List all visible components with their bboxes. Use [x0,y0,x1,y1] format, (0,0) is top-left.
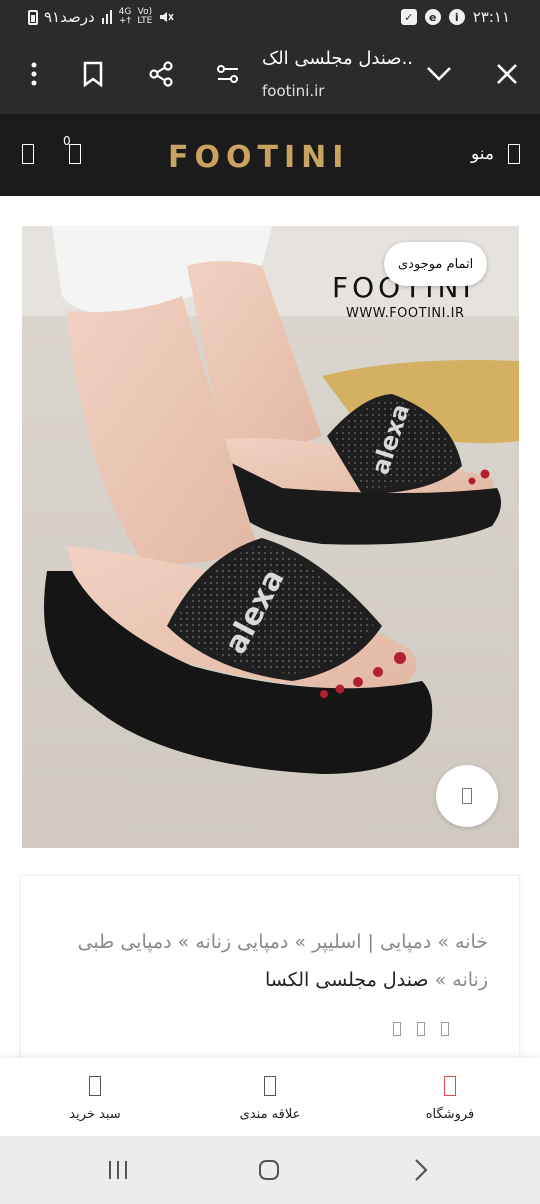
page-url[interactable]: footini.ir [262,82,324,100]
status-right: ✓ e i ۲۳:۱۱ [400,8,510,26]
bookmark-icon[interactable] [71,52,115,96]
bottom-nav-label: سبد خرید [69,1107,121,1122]
zoom-icon [462,788,472,804]
zoom-button[interactable] [436,765,498,827]
star-icon [393,1022,401,1036]
page-title[interactable]: صندل مجلسی الک.. [262,48,413,69]
bottom-nav-label: علاقه مندی [239,1107,301,1122]
cart-icon [89,1076,101,1096]
star-icon [417,1022,425,1036]
image-url-text: WWW.FOOTINI.IR [346,306,465,321]
breadcrumb-current: صندل مجلسی الکسا [265,969,429,991]
info-icon: i [448,9,465,25]
signal-icon [101,10,112,24]
menu-icon[interactable] [508,144,520,164]
mute-icon [160,12,174,22]
site-logo[interactable]: FOOTINI [168,140,349,175]
network-indicator: 4G +† [119,8,132,26]
cart-icon[interactable] [69,144,81,164]
chevron-down-icon[interactable] [417,52,461,96]
store-icon [444,1076,456,1096]
heart-icon [264,1076,276,1096]
search-icon[interactable] [22,144,34,164]
home-icon[interactable] [249,1150,289,1190]
volte-indicator: Vo) LTE [137,8,152,26]
network-activity: +† [119,16,132,26]
status-left: ۹۱درصد 4G +† Vo) LTE [28,8,174,26]
volte-bottom: LTE [137,16,153,26]
site-settings-icon[interactable] [206,52,250,96]
back-icon[interactable] [401,1150,441,1190]
screen: ۹۱درصد 4G +† Vo) LTE ✓ e i ۲۳:۱۱ صندل مج… [0,0,540,1204]
bottom-nav-cart[interactable]: سبد خرید [5,1058,185,1136]
share-icon[interactable] [139,52,183,96]
system-nav-bar [0,1136,540,1204]
bottom-nav-wishlist[interactable]: علاقه مندی [180,1058,360,1136]
site-header: 0 FOOTINI منو [0,114,540,196]
clock: ۲۳:۱۱ [472,8,510,26]
browser-toolbar: صندل مجلسی الک.. footini.ir [0,36,540,114]
gallery-icon: ✓ [400,9,417,25]
stock-badge: اتمام موجودی [384,242,488,286]
star-icon [441,1022,449,1036]
breadcrumb: خانه » دمپایی | اسلیپر » دمپایی زنانه » … [58,923,488,999]
bottom-nav: فروشگاه علاقه مندی سبد خرید [0,1058,540,1136]
bottom-nav-store[interactable]: فروشگاه [360,1058,540,1136]
rating-icons [393,1022,449,1036]
more-options-icon[interactable] [12,52,56,96]
battery-icon [28,9,38,25]
recent-apps-icon[interactable] [98,1150,138,1190]
bottom-nav-label: فروشگاه [425,1107,475,1122]
status-bar: ۹۱درصد 4G +† Vo) LTE ✓ e i ۲۳:۱۱ [0,0,540,36]
battery-text: ۹۱درصد [44,8,95,26]
close-icon[interactable] [485,52,529,96]
cart-count: 0 [63,134,71,148]
menu-label[interactable]: منو [471,144,494,164]
app-e-icon: e [424,9,441,25]
